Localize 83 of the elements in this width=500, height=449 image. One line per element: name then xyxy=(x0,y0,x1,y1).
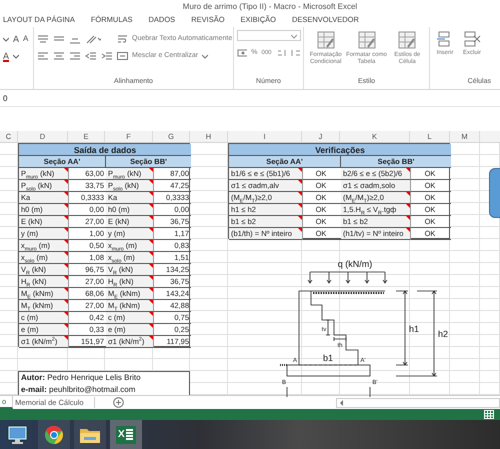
align-top-icon[interactable] xyxy=(37,34,49,44)
comment-marker[interactable] xyxy=(149,252,153,256)
scroll-left-icon[interactable] xyxy=(339,398,345,406)
decrease-indent-icon[interactable] xyxy=(85,50,97,60)
align-center-icon[interactable] xyxy=(53,50,65,60)
increase-decimal-icon[interactable] xyxy=(276,48,286,58)
horizontal-scrollbar[interactable] xyxy=(336,398,500,408)
comment-marker[interactable] xyxy=(298,180,302,184)
comment-marker[interactable] xyxy=(298,204,302,208)
formula-field[interactable]: 0 xyxy=(3,94,8,102)
table-title: Saída de dados xyxy=(19,144,191,156)
comment-marker[interactable] xyxy=(149,276,153,280)
comment-marker[interactable] xyxy=(149,168,153,172)
comment-marker[interactable] xyxy=(64,168,68,172)
comment-marker[interactable] xyxy=(64,300,68,304)
comment-marker[interactable] xyxy=(64,324,68,328)
spreadsheet-app-icon: X xyxy=(116,426,136,444)
currency-icon[interactable] xyxy=(237,48,248,58)
comment-marker[interactable] xyxy=(149,312,153,316)
comment-marker[interactable] xyxy=(149,336,153,340)
comment-marker[interactable] xyxy=(64,336,68,340)
table-format-icon xyxy=(397,30,418,50)
comment-marker[interactable] xyxy=(406,192,410,196)
table-format-icon xyxy=(356,30,376,50)
comment-marker[interactable] xyxy=(298,192,302,196)
comment-marker[interactable] xyxy=(406,216,410,220)
table-format-icon xyxy=(316,30,336,50)
taskbar-button[interactable] xyxy=(74,420,106,449)
diagram-label: h1 xyxy=(409,324,419,334)
comment-marker[interactable] xyxy=(298,228,302,232)
taskbar-button[interactable] xyxy=(38,420,70,449)
align-left-icon[interactable] xyxy=(37,50,49,60)
delete-cells-icon xyxy=(463,30,481,48)
diagram-label: h2 xyxy=(438,329,448,339)
comment-marker[interactable] xyxy=(64,240,68,244)
wrap-text-icon xyxy=(117,34,128,44)
comment-marker[interactable] xyxy=(64,216,68,220)
normal-view-icon[interactable] xyxy=(484,410,494,419)
load-label: q (kN/m) xyxy=(338,259,372,269)
comment-marker[interactable] xyxy=(149,192,153,196)
comment-marker[interactable] xyxy=(64,288,68,292)
comment-marker[interactable] xyxy=(149,228,153,232)
author-text: Autor: Pedro Henrique Lelis Brito xyxy=(21,372,142,384)
add-sheet-icon[interactable] xyxy=(112,397,124,408)
decrease-decimal-icon[interactable] xyxy=(290,48,300,58)
comment-marker[interactable] xyxy=(406,168,410,172)
shrink-font-button[interactable]: A xyxy=(23,34,28,43)
merge-cells-icon xyxy=(117,50,128,60)
comment-marker[interactable] xyxy=(149,288,153,292)
grow-font-button[interactable]: A xyxy=(13,34,20,44)
diagram-label: b1 xyxy=(323,353,333,363)
comment-marker[interactable] xyxy=(64,276,68,280)
folder-icon xyxy=(79,426,101,444)
comment-marker[interactable] xyxy=(149,216,153,220)
comment-marker[interactable] xyxy=(149,264,153,268)
comment-marker[interactable] xyxy=(64,180,68,184)
comment-marker[interactable] xyxy=(64,192,68,196)
align-right-icon[interactable] xyxy=(69,50,81,60)
comment-marker[interactable] xyxy=(64,312,68,316)
email-text: e-mail: peuhlbrito@hotmail.com xyxy=(21,384,136,396)
comment-marker[interactable] xyxy=(298,216,302,220)
window-title: Muro de arrimo (Tipo II) - Macro - Microsoft Excel xyxy=(182,2,358,10)
comment-marker[interactable] xyxy=(406,204,410,208)
text-orientation-icon[interactable] xyxy=(85,34,101,44)
comment-marker[interactable] xyxy=(64,264,68,268)
comment-marker[interactable] xyxy=(149,324,153,328)
font-color-button[interactable]: A xyxy=(3,50,10,60)
comment-marker[interactable] xyxy=(149,180,153,184)
comment-marker[interactable] xyxy=(406,228,410,232)
comment-marker[interactable] xyxy=(149,204,153,208)
computer-icon xyxy=(7,425,29,445)
dropdown-caret-icon xyxy=(291,32,297,40)
comment-marker[interactable] xyxy=(64,228,68,232)
comment-marker[interactable] xyxy=(149,240,153,244)
comment-marker[interactable] xyxy=(64,204,68,208)
table-title: Verificações xyxy=(229,144,451,156)
comment-marker[interactable] xyxy=(298,168,302,172)
taskbar-button[interactable]: X xyxy=(110,420,142,449)
align-middle-icon[interactable] xyxy=(53,34,65,44)
comment-marker[interactable] xyxy=(64,252,68,256)
browser-icon xyxy=(44,425,64,445)
comment-marker[interactable] xyxy=(149,300,153,304)
increase-indent-icon[interactable] xyxy=(101,50,113,60)
